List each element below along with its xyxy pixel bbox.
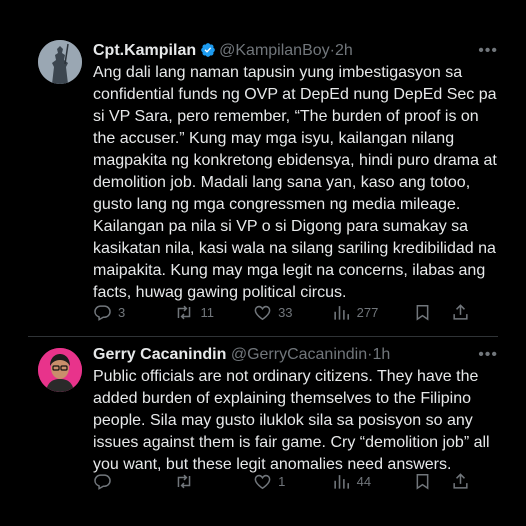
tweet[interactable]: Gerry Cacanindin @GerryCacanindin·1h •••… <box>0 336 526 506</box>
display-name[interactable]: Gerry Cacanindin <box>93 346 226 363</box>
reply-icon <box>94 473 111 490</box>
display-name[interactable]: Cpt.Kampilan <box>93 42 196 59</box>
ellipsis-icon[interactable]: ••• <box>478 344 498 366</box>
handle[interactable]: @GerryCacanindin <box>231 346 367 363</box>
share-button[interactable] <box>451 472 470 491</box>
share-icon <box>453 303 468 320</box>
timestamp[interactable]: 1h <box>372 346 390 363</box>
ellipsis-icon[interactable]: ••• <box>478 40 498 62</box>
share-button[interactable] <box>451 303 470 322</box>
bookmark-button[interactable] <box>413 303 451 322</box>
views-chart-icon <box>334 474 349 489</box>
bookmark-icon <box>416 473 429 490</box>
tweet-text: Ang dali lang naman tapusin yung imbesti… <box>93 64 497 301</box>
timestamp[interactable]: 2h <box>335 42 353 59</box>
like-button[interactable]: 1 <box>253 472 332 491</box>
reply-button[interactable] <box>93 472 174 491</box>
reply-count: 3 <box>118 304 126 320</box>
like-count: 33 <box>278 304 293 320</box>
views-count: 44 <box>356 473 372 489</box>
reply-icon <box>94 304 111 321</box>
bookmark-icon <box>416 304 429 321</box>
views-button[interactable]: 44 <box>332 472 413 491</box>
repost-icon <box>178 305 191 319</box>
views-count: 277 <box>356 304 379 320</box>
heart-icon <box>254 305 271 320</box>
like-button[interactable]: 33 <box>253 303 332 322</box>
tweet-header: Gerry Cacanindin @GerryCacanindin·1h <box>93 344 486 366</box>
repost-icon <box>178 474 191 488</box>
statue-avatar-image <box>38 40 82 84</box>
bookmark-button[interactable] <box>413 472 451 491</box>
action-bar: 3 11 33 277 <box>93 300 470 324</box>
person-avatar-image <box>38 348 82 392</box>
timeline: Cpt.Kampilan @KampilanBoy·2h ••• Ang dali… <box>0 0 526 526</box>
tweet-header: Cpt.Kampilan @KampilanBoy·2h <box>93 40 486 62</box>
handle[interactable]: @KampilanBoy <box>219 42 330 59</box>
action-bar: 1 44 <box>93 469 470 493</box>
avatar[interactable] <box>38 348 82 392</box>
views-chart-icon <box>334 305 349 320</box>
share-icon <box>453 472 468 489</box>
views-button[interactable]: 277 <box>332 303 413 322</box>
like-count: 1 <box>278 473 286 489</box>
repost-button[interactable] <box>174 472 253 491</box>
heart-icon <box>254 474 271 489</box>
tweet[interactable]: Cpt.Kampilan @KampilanBoy·2h ••• Ang dali… <box>0 30 526 330</box>
repost-count: 11 <box>200 304 214 320</box>
reply-button[interactable]: 3 <box>93 303 174 322</box>
avatar[interactable] <box>38 40 82 84</box>
tweet-text: Public officials are not ordinary citize… <box>93 368 490 473</box>
repost-button[interactable]: 11 <box>174 303 253 322</box>
